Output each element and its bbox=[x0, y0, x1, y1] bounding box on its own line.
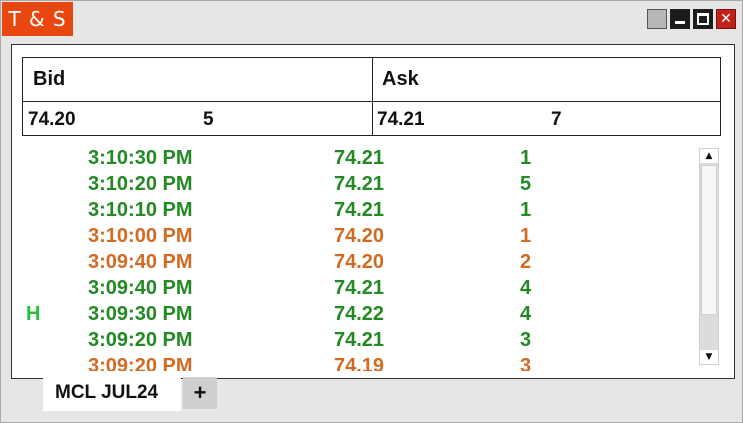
trade-size: 1 bbox=[520, 147, 532, 169]
window-title-tab[interactable]: T & S bbox=[2, 2, 73, 36]
trade-price: 74.22 bbox=[334, 303, 385, 325]
minimize-icon[interactable] bbox=[670, 9, 690, 29]
quote-divider-horizontal bbox=[23, 101, 720, 102]
bid-size: 5 bbox=[203, 109, 214, 130]
trade-row: 3:10:10 PM 74.21 1 bbox=[12, 197, 692, 223]
restore-icon[interactable] bbox=[647, 9, 667, 29]
close-icon[interactable]: ✕ bbox=[716, 9, 736, 29]
trade-time: 3:09:20 PM bbox=[88, 355, 193, 371]
trade-size: 3 bbox=[520, 329, 532, 351]
trade-size: 4 bbox=[520, 303, 532, 325]
quote-box: Bid Ask 74.20 5 74.21 7 bbox=[22, 57, 721, 136]
trade-row: 3:09:20 PM 74.19 3 bbox=[12, 353, 692, 371]
scrollbar-thumb[interactable] bbox=[701, 165, 717, 315]
trade-size: 1 bbox=[520, 199, 532, 221]
trade-row: 3:10:00 PM 74.20 1 bbox=[12, 223, 692, 249]
trade-time: 3:10:20 PM bbox=[88, 173, 193, 195]
scroll-down-arrow-icon[interactable]: ▼ bbox=[700, 350, 718, 364]
instrument-tabs: MCL JUL24 + bbox=[43, 377, 217, 411]
trade-price: 74.21 bbox=[334, 147, 385, 169]
trade-price: 74.21 bbox=[334, 199, 385, 221]
tab-mcl-jul24[interactable]: MCL JUL24 bbox=[43, 377, 181, 411]
trade-price: 74.21 bbox=[334, 329, 385, 351]
trade-flag: H bbox=[26, 303, 41, 325]
trade-time: 3:10:10 PM bbox=[88, 199, 193, 221]
maximize-icon[interactable] bbox=[693, 9, 713, 29]
trade-row: 3:09:40 PM 74.20 2 bbox=[12, 249, 692, 275]
trade-size: 5 bbox=[520, 173, 532, 195]
trade-time: 3:09:20 PM bbox=[88, 329, 193, 351]
ask-size: 7 bbox=[551, 109, 562, 130]
trade-price: 74.19 bbox=[334, 355, 385, 371]
time-and-sales-window: T & S ✕ Bid Ask 74.20 5 74.21 7 3:10:30 … bbox=[0, 0, 743, 423]
trade-time: 3:09:40 PM bbox=[88, 251, 193, 273]
ask-header: Ask bbox=[382, 68, 419, 90]
trade-size: 3 bbox=[520, 355, 532, 371]
trade-price: 74.21 bbox=[334, 173, 385, 195]
scroll-up-arrow-icon[interactable]: ▲ bbox=[700, 149, 718, 163]
trade-price: 74.20 bbox=[334, 225, 385, 247]
trade-time: 3:10:00 PM bbox=[88, 225, 193, 247]
trade-size: 4 bbox=[520, 277, 532, 299]
trade-row: 3:09:40 PM 74.21 4 bbox=[12, 275, 692, 301]
trade-size: 1 bbox=[520, 225, 532, 247]
time-and-sales-panel: Bid Ask 74.20 5 74.21 7 3:10:30 PM 74.21 1… bbox=[11, 44, 735, 379]
trades-scrollbar[interactable]: ▲ ▼ bbox=[699, 148, 719, 365]
add-tab-button[interactable]: + bbox=[183, 377, 217, 409]
trade-row: 3:09:20 PM 74.21 3 bbox=[12, 327, 692, 353]
window-controls: ✕ bbox=[647, 9, 736, 29]
trade-row: 3:10:30 PM 74.21 1 bbox=[12, 145, 692, 171]
trade-price: 74.21 bbox=[334, 277, 385, 299]
trade-size: 2 bbox=[520, 251, 532, 273]
trade-time: 3:09:40 PM bbox=[88, 277, 193, 299]
trade-time: 3:09:30 PM bbox=[88, 303, 193, 325]
trade-price: 74.20 bbox=[334, 251, 385, 273]
bid-header: Bid bbox=[33, 68, 66, 90]
trade-time: 3:10:30 PM bbox=[88, 147, 193, 169]
ask-price: 74.21 bbox=[377, 109, 425, 130]
bid-price: 74.20 bbox=[28, 109, 76, 130]
trade-row: 3:10:20 PM 74.21 5 bbox=[12, 171, 692, 197]
quote-divider-vertical bbox=[372, 58, 373, 135]
trades-list[interactable]: 3:10:30 PM 74.21 1 3:10:20 PM 74.21 5 3:10:10 … bbox=[12, 145, 692, 371]
trade-row: H 3:09:30 PM 74.22 4 bbox=[12, 301, 692, 327]
